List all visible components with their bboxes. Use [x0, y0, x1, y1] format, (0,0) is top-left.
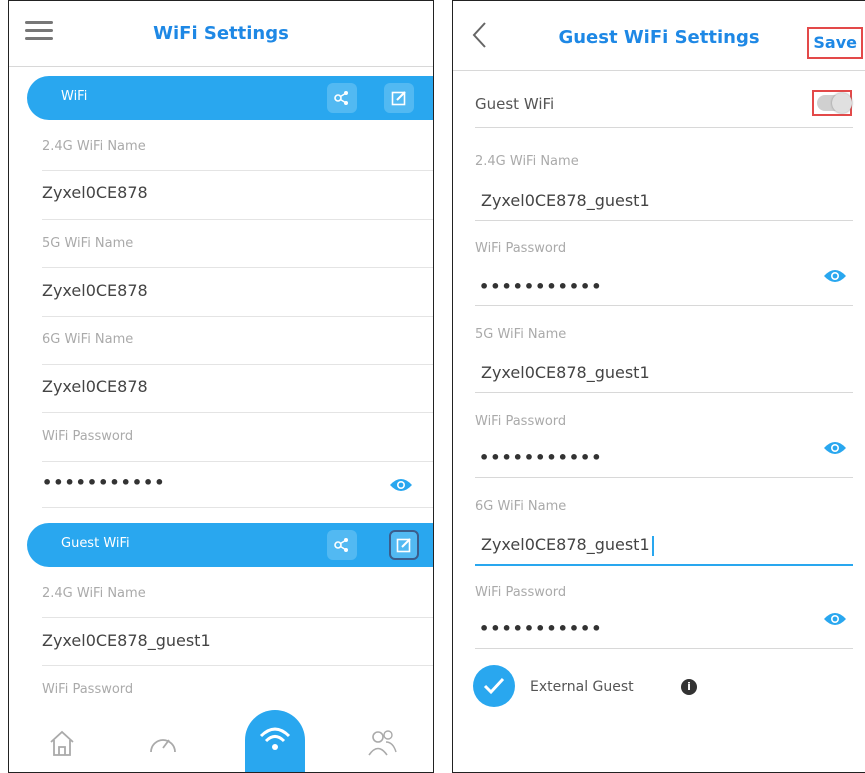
- divider: [475, 648, 853, 649]
- edit-icon[interactable]: [384, 83, 414, 113]
- input-text: Zyxel0CE878_guest1: [481, 535, 650, 554]
- external-guest-checkbox[interactable]: [473, 665, 515, 707]
- field-label: 6G WiFi Name: [475, 499, 567, 514]
- guest-wifi-section-header: Guest WiFi: [27, 523, 433, 567]
- text-caret: [651, 535, 654, 556]
- divider: [42, 267, 433, 268]
- divider: [42, 507, 433, 508]
- field-label: 2.4G WiFi Name: [475, 154, 579, 169]
- info-icon[interactable]: i: [681, 679, 697, 695]
- divider: [42, 665, 433, 666]
- divider: [475, 477, 853, 478]
- field-label: WiFi Password: [475, 414, 567, 429]
- eye-icon[interactable]: [823, 268, 847, 284]
- field-label: WiFi Password: [42, 682, 134, 697]
- guest-24g-password-input[interactable]: •••••••••••: [479, 277, 603, 296]
- guest-wifi-section-label: Guest WiFi: [61, 536, 130, 551]
- active-divider: [475, 564, 853, 566]
- field-label: 2.4G WiFi Name: [42, 139, 146, 154]
- divider: [475, 220, 853, 221]
- divider: [42, 219, 433, 220]
- field-label: 6G WiFi Name: [42, 332, 134, 347]
- toggle-knob: [832, 93, 852, 113]
- divider: [475, 127, 853, 128]
- field-label: 5G WiFi Name: [42, 236, 134, 251]
- top-bar: WiFi Settings: [9, 1, 433, 67]
- divider: [475, 305, 853, 306]
- guest-wifi-toggle[interactable]: [812, 90, 852, 116]
- field-label: 2.4G WiFi Name: [42, 586, 146, 601]
- guest-wifi-label: Guest WiFi: [475, 95, 555, 113]
- guest-24g-name-input[interactable]: Zyxel0CE878_guest1: [481, 191, 650, 210]
- bottom-navigation: [9, 710, 433, 772]
- divider: [42, 412, 433, 413]
- divider: [42, 316, 433, 317]
- home-icon[interactable]: [47, 728, 83, 764]
- save-button[interactable]: Save: [807, 27, 863, 59]
- divider: [42, 461, 433, 462]
- page-title: WiFi Settings: [153, 23, 289, 44]
- share-icon[interactable]: [327, 530, 357, 560]
- eye-icon[interactable]: [389, 477, 413, 493]
- divider: [42, 170, 433, 171]
- eye-icon[interactable]: [823, 611, 847, 627]
- wifi-settings-screen: WiFi Settings WiFi 2.4G WiFi Name Zyxel0…: [8, 0, 434, 773]
- field-label: WiFi Password: [475, 241, 567, 256]
- page-title: Guest WiFi Settings: [558, 27, 760, 48]
- divider: [42, 617, 433, 618]
- wifi-icon[interactable]: [245, 710, 305, 772]
- wifi-section-label: WiFi: [61, 89, 88, 104]
- guest-24g-name: Zyxel0CE878_guest1: [42, 631, 211, 650]
- external-guest-label: External Guest: [530, 679, 634, 695]
- edit-guest-wifi-icon[interactable]: [389, 530, 419, 560]
- users-icon[interactable]: [366, 728, 402, 764]
- wifi-6g-name: Zyxel0CE878: [42, 377, 148, 396]
- guest-wifi-settings-screen: Guest WiFi Settings Save Guest WiFi 2.4G…: [452, 0, 865, 773]
- top-bar: Guest WiFi Settings Save: [453, 1, 865, 71]
- wifi-password-value: •••••••••••: [42, 473, 166, 492]
- speedometer-icon[interactable]: [147, 728, 183, 764]
- guest-5g-name-input[interactable]: Zyxel0CE878_guest1: [481, 363, 650, 382]
- divider: [475, 392, 853, 393]
- wifi-section-header: WiFi: [27, 76, 433, 120]
- field-label: WiFi Password: [475, 585, 567, 600]
- field-label: 5G WiFi Name: [475, 327, 567, 342]
- divider: [42, 364, 433, 365]
- guest-5g-password-input[interactable]: •••••••••••: [479, 448, 603, 467]
- toggle-track: [817, 93, 852, 113]
- eye-icon[interactable]: [823, 440, 847, 456]
- guest-6g-name-input[interactable]: Zyxel0CE878_guest1: [481, 535, 654, 556]
- share-icon[interactable]: [327, 83, 357, 113]
- guest-6g-password-input[interactable]: •••••••••••: [479, 619, 603, 638]
- wifi-5g-name: Zyxel0CE878: [42, 281, 148, 300]
- field-label: WiFi Password: [42, 429, 134, 444]
- wifi-24g-name: Zyxel0CE878: [42, 183, 148, 202]
